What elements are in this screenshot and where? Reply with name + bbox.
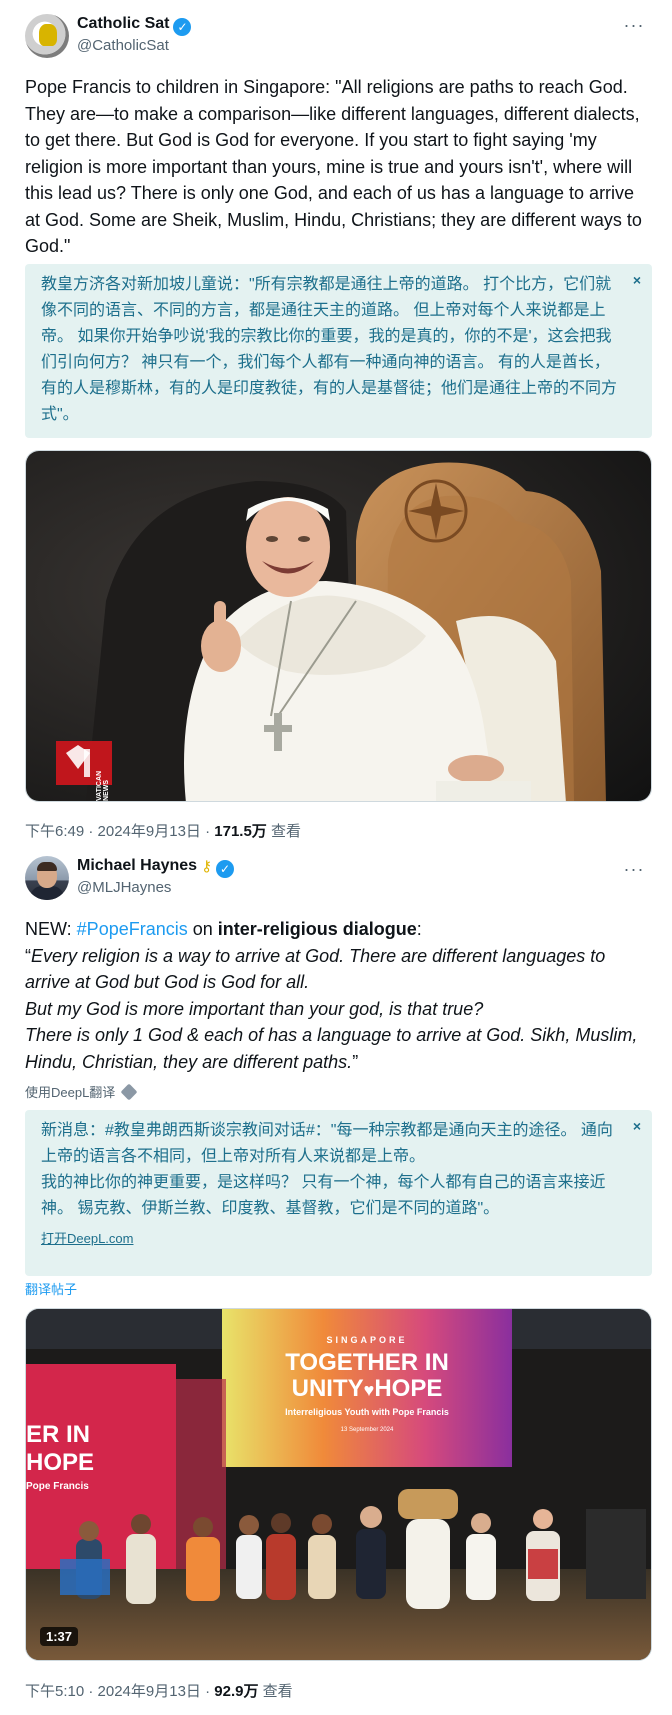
quote-line: There is only 1 God & each of has a lang… [25,1025,638,1072]
tweet-mljhaynes: Michael Haynes ⚷ ✓ @MLJHaynes ··· NEW: #Po… [0,0,672,1715]
more-options-icon[interactable]: ··· [622,860,646,882]
side-banner-line: ER IN [26,1421,91,1448]
translation-line: 新消息：#教皇弗朗西斯谈宗教间对话#："每一种宗教都是通向天主的途径。 通向上帝… [41,1122,613,1165]
handle[interactable]: @MLJHaynes [77,879,171,896]
deepl-icon [120,1083,138,1101]
views-label: 查看 [258,1683,293,1700]
vatican-keys-icon: ⚷ [201,858,213,875]
translation-box: 新消息：#教皇弗朗西斯谈宗教间对话#："每一种宗教都是通向天主的途径。 通向上帝… [25,1110,652,1276]
tweet-text: NEW: #PopeFrancis on inter-religious dia… [25,919,638,1072]
open-deepl-link[interactable]: 打开DeepL.com [41,1226,624,1252]
heart-icon: ♥ [363,1380,375,1400]
close-translation-icon[interactable]: × [633,1113,641,1139]
side-banner-line: Pope Francis [26,1481,89,1492]
translation-line: 我的神比你的神更重要，是这样吗？ 只有一个神，每个人都有自己的语言来接近神。 锡… [41,1174,606,1217]
hashtag-link[interactable]: #PopeFrancis [77,919,188,939]
banner-subtitle: Interreligious Youth with Pope Francis [285,1407,449,1417]
tweet-meta: 下午5:10 · 2024年9月13日 · 92.9万 查看 [25,1680,293,1701]
banner-line2: UNITY♥HOPE [291,1375,443,1402]
translate-post-link[interactable]: 翻译帖子 [25,1279,77,1298]
verified-badge-icon: ✓ [216,860,235,878]
timestamp[interactable]: 下午5:10 · 2024年9月13日 · [25,1683,214,1700]
avatar[interactable] [25,856,69,900]
banner-date: 13 September 2024 [340,1427,394,1433]
side-banner-line: HOPE [26,1449,95,1476]
view-count: 92.9万 [214,1683,259,1700]
deepl-note[interactable]: 使用DeepL翻译 [25,1082,138,1101]
tweet-video[interactable]: SINGAPORE TOGETHER IN UNITY♥HOPE Interre… [25,1308,652,1661]
banner-top: SINGAPORE [326,1335,408,1345]
quote-line: But my God is more important than your g… [25,998,484,1019]
quote-line: Every religion is a way to arrive at God… [25,945,606,993]
display-name[interactable]: Michael Haynes [77,857,197,874]
video-duration: 1:37 [40,1627,79,1646]
banner-line1: TOGETHER IN [285,1349,449,1376]
